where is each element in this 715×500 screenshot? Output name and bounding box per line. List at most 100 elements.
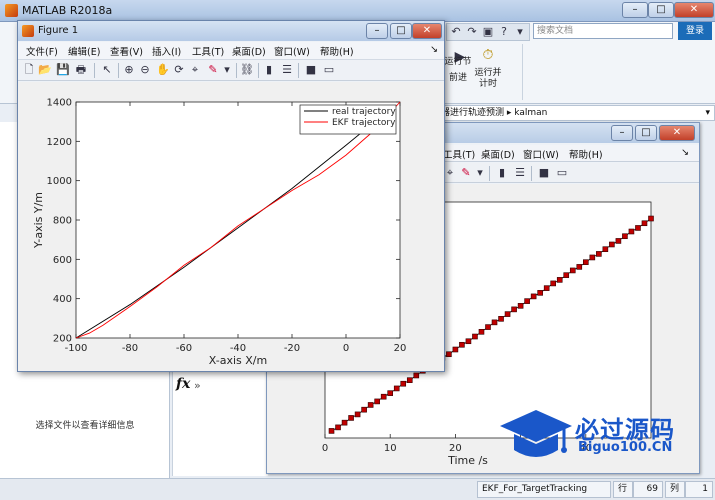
square-marker	[628, 228, 635, 235]
figure-2-data-cursor-icon[interactable]: ⌖	[443, 166, 457, 180]
print-icon[interactable]: 🖶	[74, 63, 88, 77]
figure-1-minimize-button[interactable]: –	[366, 23, 388, 39]
figure-2-toolbar-separator	[489, 166, 490, 181]
square-marker	[328, 428, 335, 434]
square-marker	[459, 341, 465, 348]
menu-edit[interactable]: 编辑(E)	[68, 44, 100, 58]
figure-2-maximize-button[interactable]: □	[635, 125, 657, 141]
maximize-button[interactable]: □	[648, 2, 674, 18]
x-tick-label: 0	[343, 343, 349, 354]
figure-2-menu-dock-icon[interactable]: ↘	[681, 147, 689, 158]
pointer-icon[interactable]: ↖	[100, 63, 114, 77]
colorbar-icon[interactable]: ▮	[262, 63, 276, 77]
x-axis-label: X-axis X/m	[209, 354, 267, 367]
ribbon-collapse-area	[680, 44, 714, 96]
square-marker	[563, 272, 570, 278]
figure-2-legend-icon[interactable]: ☰	[513, 166, 527, 180]
run-and-time-label[interactable]: 运行并 计时	[466, 68, 510, 90]
undo-icon[interactable]: ↶	[449, 25, 463, 39]
address-dropdown-icon[interactable]: ▾	[705, 106, 710, 120]
figure-1-window[interactable]: Figure 1 – □ ✕ 文件(F) 编辑(E) 查看(V) 插入(I) 工…	[17, 20, 445, 372]
dock-figure-icon[interactable]: ↘	[430, 44, 438, 55]
save-icon[interactable]: 💾	[56, 63, 70, 77]
search-input[interactable]: 搜索文档	[533, 23, 673, 39]
rotate-icon[interactable]: ⟳	[172, 63, 186, 77]
figure-2-brush-dropdown-icon[interactable]: ▾	[473, 166, 487, 180]
menu-view[interactable]: 查看(V)	[110, 44, 143, 58]
figure-1-chart: -100 -80 -60 -40 -20 0 20 200 400 600 800 1000 1200 1…	[32, 98, 407, 368]
square-marker	[348, 415, 354, 421]
figure-2-menu-window[interactable]: 窗口(W)	[523, 147, 559, 161]
switch-windows-icon[interactable]: ▣	[481, 25, 495, 39]
y-tick-label: 1400	[47, 98, 72, 109]
toolbar-separator	[118, 63, 119, 78]
menu-file[interactable]: 文件(F)	[26, 44, 58, 58]
toolbar-separator	[94, 63, 95, 78]
zoom-in-icon[interactable]: ⊕	[122, 63, 136, 77]
matlab-logo-icon	[5, 4, 18, 17]
zoom-out-icon[interactable]: ⊖	[138, 63, 152, 77]
brush-icon[interactable]: ✎	[206, 63, 220, 77]
figure-2-hide-plot-tools-icon[interactable]: ■	[537, 166, 551, 180]
square-marker	[341, 419, 348, 426]
redo-icon[interactable]: ↷	[465, 25, 479, 39]
help-icon[interactable]: ?	[497, 25, 511, 39]
pan-icon[interactable]: ✋	[156, 63, 170, 77]
square-marker	[537, 290, 543, 296]
toolbar-separator	[298, 63, 299, 78]
address-path-right[interactable]: kalman	[514, 108, 547, 118]
square-marker	[465, 338, 472, 345]
figure-1-toolbar: 🗋 📂 💾 🖶 ↖ ⊕ ⊖ ✋ ⟳ ⌖ ✎ ▾ ⛓ ▮ ☰ ■ ▭	[18, 59, 444, 81]
close-button[interactable]: ✕	[674, 2, 714, 18]
menu-help[interactable]: 帮助(H)	[320, 44, 354, 58]
square-marker	[446, 351, 452, 358]
square-marker	[361, 406, 367, 413]
watermark-logo	[500, 410, 572, 457]
square-marker	[511, 306, 517, 313]
status-row-value: 69	[633, 481, 663, 498]
menu-tools[interactable]: 工具(T)	[192, 44, 224, 58]
square-marker	[556, 277, 563, 283]
show-plot-tools-icon[interactable]: ▭	[322, 63, 336, 77]
y-tick-label: 800	[53, 216, 72, 227]
figure-2-minimize-button[interactable]: –	[611, 125, 633, 141]
login-button[interactable]: 登录	[678, 22, 712, 40]
square-marker	[648, 215, 654, 222]
figure-icon	[22, 25, 34, 37]
legend-icon[interactable]: ☰	[280, 63, 294, 77]
figure-2-menu-tools[interactable]: 工具(T)	[443, 147, 475, 161]
square-marker	[400, 380, 407, 387]
menu-window[interactable]: 窗口(W)	[274, 44, 310, 58]
link-icon[interactable]: ⛓	[240, 63, 254, 77]
brush-dropdown-icon[interactable]: ▾	[220, 63, 234, 77]
open-icon[interactable]: 📂	[38, 63, 52, 77]
figure-1-maximize-button[interactable]: □	[390, 23, 412, 39]
figure-2-colorbar-icon[interactable]: ▮	[495, 166, 509, 180]
figure-2-close-button[interactable]: ✕	[659, 125, 695, 141]
minimize-button[interactable]: –	[622, 2, 648, 18]
figure-2-show-plot-tools-icon[interactable]: ▭	[555, 166, 569, 180]
fx-icon: fx	[176, 376, 191, 392]
data-cursor-icon[interactable]: ⌖	[188, 63, 202, 77]
menu-insert[interactable]: 插入(I)	[152, 44, 181, 58]
x-tick-label: -40	[230, 343, 246, 354]
square-marker	[602, 246, 609, 253]
figure-2-brush-icon[interactable]: ✎	[459, 166, 473, 180]
square-marker	[543, 285, 550, 291]
hide-plot-tools-icon[interactable]: ■	[304, 63, 318, 77]
ribbon-divider	[522, 44, 523, 100]
command-prompt: »	[194, 379, 201, 392]
new-file-icon[interactable]: 🗋	[22, 63, 36, 77]
figure-1-close-button[interactable]: ✕	[412, 23, 442, 39]
run-and-time-icon[interactable]: ⏱	[478, 48, 498, 68]
x-tick-label: 20	[394, 343, 407, 354]
x-tick-label: 0	[322, 443, 328, 454]
toolbar-separator	[236, 63, 237, 78]
menu-desktop[interactable]: 桌面(D)	[232, 44, 266, 58]
figure-2-menu-desktop[interactable]: 桌面(D)	[481, 147, 515, 161]
dropdown-icon[interactable]: ▾	[513, 25, 527, 39]
figure-2-menu-help[interactable]: 帮助(H)	[569, 147, 603, 161]
square-marker	[413, 372, 420, 379]
address-bar[interactable]: 波器进行轨迹预测 ▸ kalman ▾	[428, 105, 715, 121]
figure-1-title-bar[interactable]: Figure 1 – □ ✕	[18, 21, 444, 41]
